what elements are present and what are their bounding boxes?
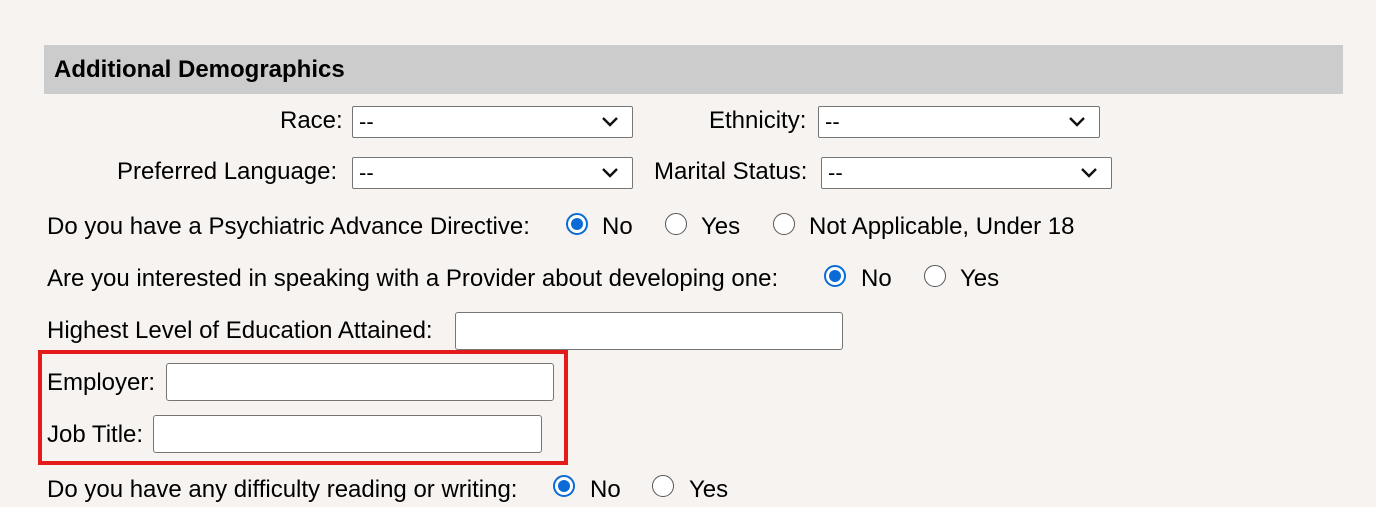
reading-difficulty-question: Do you have any difficulty reading or wr…: [47, 476, 518, 503]
education-label: Highest Level of Education Attained:: [47, 317, 433, 344]
marital-status-select[interactable]: --: [821, 157, 1112, 189]
advance-directive-question: Do you have a Psychiatric Advance Direct…: [47, 213, 530, 240]
marital-status-label: Marital Status:: [654, 158, 808, 185]
advance-directive-na-radio[interactable]: [773, 213, 795, 235]
chevron-down-icon: [596, 159, 624, 187]
advance-directive-na-label: Not Applicable, Under 18: [809, 213, 1075, 240]
ethnicity-label: Ethnicity:: [709, 107, 807, 134]
chevron-down-icon: [1063, 108, 1091, 136]
preferred-language-select[interactable]: --: [352, 157, 633, 189]
reading-difficulty-yes-radio[interactable]: [652, 475, 674, 497]
ethnicity-select-value: --: [825, 109, 840, 134]
advance-directive-no-label: No: [602, 213, 633, 240]
advance-directive-yes-label: Yes: [701, 213, 741, 240]
section-title: Additional Demographics: [54, 55, 345, 83]
race-select[interactable]: --: [352, 106, 633, 138]
advance-directive-yes-radio[interactable]: [665, 213, 687, 235]
race-label: Race:: [280, 107, 343, 134]
reading-difficulty-no-radio[interactable]: [553, 475, 575, 497]
section-header: Additional Demographics: [44, 45, 1343, 94]
race-select-value: --: [359, 109, 374, 134]
education-input[interactable]: [455, 312, 843, 350]
advance-directive-no-radio[interactable]: [566, 213, 588, 235]
preferred-language-select-value: --: [359, 160, 374, 185]
provider-interest-yes-radio[interactable]: [924, 265, 946, 287]
highlight-annotation-box: [38, 350, 568, 465]
preferred-language-label: Preferred Language:: [117, 158, 338, 185]
demographics-form: Additional Demographics Race: -- Ethnici…: [0, 0, 1376, 507]
chevron-down-icon: [1075, 159, 1103, 187]
reading-difficulty-yes-label: Yes: [689, 476, 729, 503]
chevron-down-icon: [596, 108, 624, 136]
marital-status-select-value: --: [828, 160, 843, 185]
reading-difficulty-no-label: No: [590, 476, 621, 503]
provider-interest-no-radio[interactable]: [824, 265, 846, 287]
ethnicity-select[interactable]: --: [818, 106, 1100, 138]
provider-interest-yes-label: Yes: [960, 265, 1000, 292]
provider-interest-question: Are you interested in speaking with a Pr…: [47, 265, 779, 292]
provider-interest-no-label: No: [861, 265, 892, 292]
